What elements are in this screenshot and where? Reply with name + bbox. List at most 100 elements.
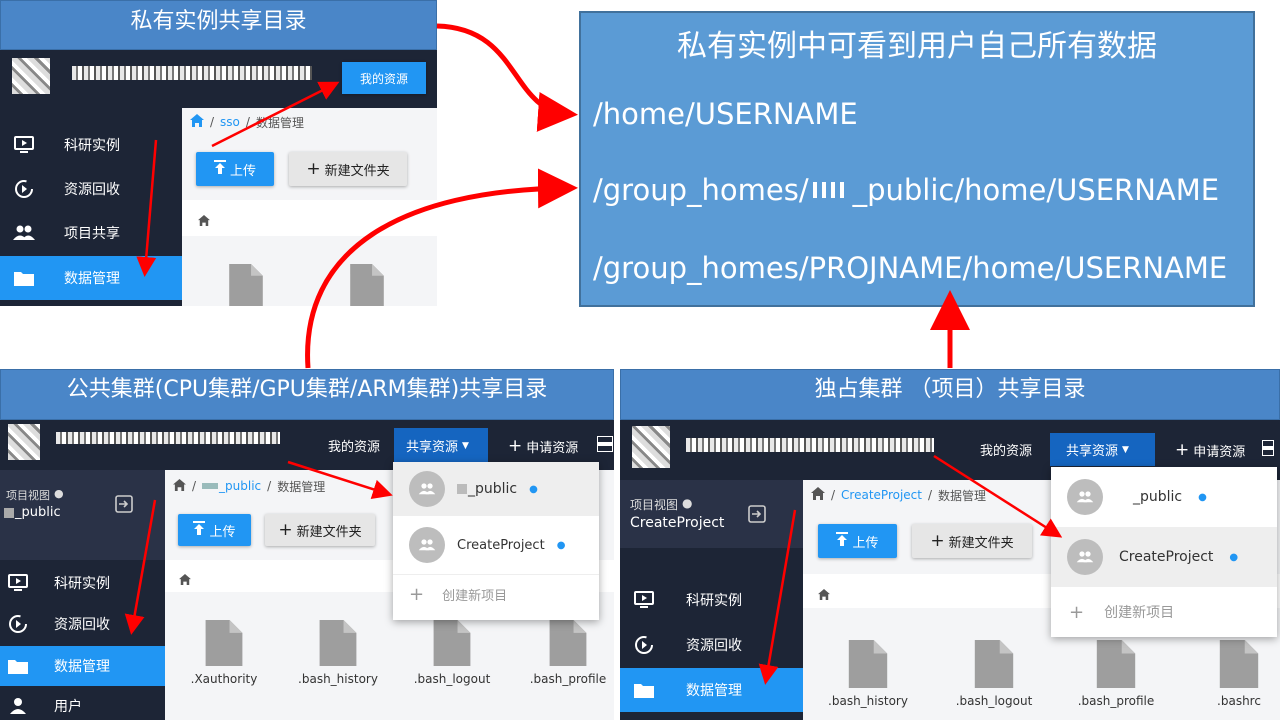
home-icon[interactable] — [818, 585, 830, 604]
person-icon: ● — [682, 496, 693, 510]
file-item[interactable]: .bash_logout — [412, 620, 492, 686]
person-icon: ● — [1198, 491, 1207, 503]
file-item[interactable]: .Xauthority — [184, 620, 264, 686]
file-item[interactable]: .bash_profile — [1074, 640, 1158, 708]
project-name: CreateProject — [630, 515, 725, 531]
switch-view-icon[interactable] — [748, 505, 766, 527]
breadcrumb: / _public / 数据管理 — [173, 478, 325, 494]
person-icon — [6, 694, 30, 718]
grid-icon[interactable] — [1261, 439, 1275, 460]
file-icon — [974, 640, 1014, 688]
new-folder-button[interactable]: + 新建文件夹 — [912, 524, 1032, 558]
file-icon — [319, 620, 357, 666]
new-folder-button[interactable]: + 新建文件夹 — [265, 514, 375, 546]
file-icon — [549, 620, 587, 666]
person-icon: ● — [1229, 551, 1239, 563]
nav-my-resources[interactable]: 我的资源 — [980, 440, 1032, 459]
file-icon[interactable] — [226, 264, 266, 310]
my-resources-label: 我的资源 — [359, 71, 408, 86]
sidebar-item-recycle[interactable]: 资源回收 — [620, 627, 803, 663]
breadcrumb-user[interactable]: sso — [220, 115, 240, 129]
nav-label: 共享资源 — [1066, 444, 1119, 459]
file-item[interactable]: .bash_logout — [952, 640, 1036, 708]
upload-button[interactable]: 上传 — [818, 524, 897, 558]
home-icon[interactable] — [198, 211, 210, 230]
file-item[interactable]: .bash_profile — [526, 620, 610, 686]
nav-label: 共享资源 — [406, 440, 459, 455]
path-suffix: _public/home/USERNAME — [852, 173, 1220, 207]
sidebar-item-research-instance[interactable]: 科研实例 — [0, 126, 182, 164]
project-view-label: 项目视图 ● — [630, 496, 693, 513]
nav-label: 我的资源 — [980, 444, 1033, 459]
plus-icon: + — [306, 159, 321, 179]
sidebar-item-data-management[interactable]: 数据管理 — [0, 256, 182, 300]
nav-apply-resources[interactable]: + 申请资源 — [508, 436, 578, 456]
upload-icon — [213, 160, 226, 178]
sidebar-item-project-share[interactable]: 项目共享 — [0, 214, 182, 252]
plus-icon: + — [278, 520, 293, 540]
dropdown-item-create-new[interactable]: + 创建新项目 — [393, 574, 599, 614]
file-item[interactable]: .bash_history — [298, 620, 378, 686]
sidebar-item-label: 科研实例 — [686, 593, 742, 609]
file-name: .bash_logout — [955, 694, 1033, 708]
sidebar-item-data-management[interactable]: 数据管理 — [0, 646, 165, 686]
nav-shared-resources[interactable]: 共享资源 ▼ — [406, 436, 469, 455]
sidebar-item-research-instance[interactable]: 科研实例 — [0, 566, 165, 600]
dropdown-item-label: _public — [457, 481, 517, 497]
file-item[interactable]: .bash_history — [826, 640, 910, 708]
breadcrumb-current: 数据管理 — [255, 115, 304, 130]
grid-icon[interactable] — [596, 435, 614, 456]
home-icon[interactable] — [173, 478, 186, 494]
file-item[interactable]: .bashrc — [1200, 640, 1278, 708]
upload-button[interactable]: 上传 — [196, 152, 274, 186]
nav-my-resources[interactable]: 我的资源 — [328, 436, 380, 455]
avatar — [12, 58, 50, 94]
folder-icon — [6, 654, 30, 678]
home-icon[interactable] — [811, 487, 825, 503]
new-folder-button[interactable]: + 新建文件夹 — [289, 152, 407, 186]
dropdown-item-label: CreateProject — [457, 537, 545, 553]
upload-icon — [836, 532, 849, 550]
dropdown-item-createproject[interactable]: CreateProject ● — [393, 518, 599, 572]
my-resources-button[interactable]: 我的资源 — [342, 62, 426, 94]
file-icon[interactable] — [347, 264, 387, 310]
project-view-box — [620, 480, 803, 548]
plus-icon: + — [1175, 440, 1190, 460]
sidebar-item-data-management[interactable]: 数据管理 — [620, 668, 803, 712]
dropdown-item-public[interactable]: _public ● — [393, 462, 599, 516]
sidebar-item-label: 科研实例 — [54, 576, 110, 592]
sidebar-item-label: 项目共享 — [64, 226, 120, 242]
breadcrumb-project[interactable]: CreateProject — [841, 488, 922, 502]
switch-view-icon[interactable] — [115, 495, 133, 517]
sidebar-item-label: 资源回收 — [54, 617, 110, 633]
group-icon — [1067, 539, 1103, 575]
arrow-caption-to-home — [436, 23, 578, 132]
dropdown-item-create-new[interactable]: + 创建新项目 — [1051, 591, 1277, 633]
new-folder-label: 新建文件夹 — [948, 535, 1014, 551]
file-name: .bash_history — [298, 672, 378, 686]
nav-apply-resources[interactable]: + 申请资源 — [1175, 440, 1245, 460]
dropdown-item-public[interactable]: _public ● — [1051, 467, 1277, 527]
home-icon[interactable] — [190, 114, 204, 130]
sidebar-item-label: 数据管理 — [54, 659, 110, 675]
dropdown-item-createproject[interactable]: CreateProject ● — [1051, 527, 1277, 587]
monitor-play-icon — [12, 133, 36, 157]
sidebar-item-user[interactable]: 用户 — [0, 692, 165, 720]
home-icon[interactable] — [179, 570, 191, 589]
plus-icon: + — [1069, 601, 1085, 623]
file-icon — [1219, 640, 1259, 688]
username-redacted — [56, 432, 280, 444]
sidebar-item-recycle[interactable]: 资源回收 — [0, 170, 182, 208]
path-group-public: /group_homes/ _public/home/USERNAME — [593, 173, 1219, 207]
sidebar-item-research-instance[interactable]: 科研实例 — [620, 582, 803, 618]
upload-label: 上传 — [229, 163, 256, 179]
sidebar-item-label: 数据管理 — [64, 271, 120, 287]
info-title: 私有实例中可看到用户自己所有数据 — [677, 29, 1157, 64]
redacted-mark — [4, 507, 14, 518]
nav-shared-resources[interactable]: 共享资源 ▼ — [1066, 440, 1129, 459]
folder-icon — [12, 266, 36, 290]
monitor-play-icon — [6, 571, 30, 595]
upload-button[interactable]: 上传 — [178, 514, 251, 546]
sidebar-item-recycle[interactable]: 资源回收 — [0, 607, 165, 641]
breadcrumb-project[interactable]: _public — [202, 479, 261, 493]
